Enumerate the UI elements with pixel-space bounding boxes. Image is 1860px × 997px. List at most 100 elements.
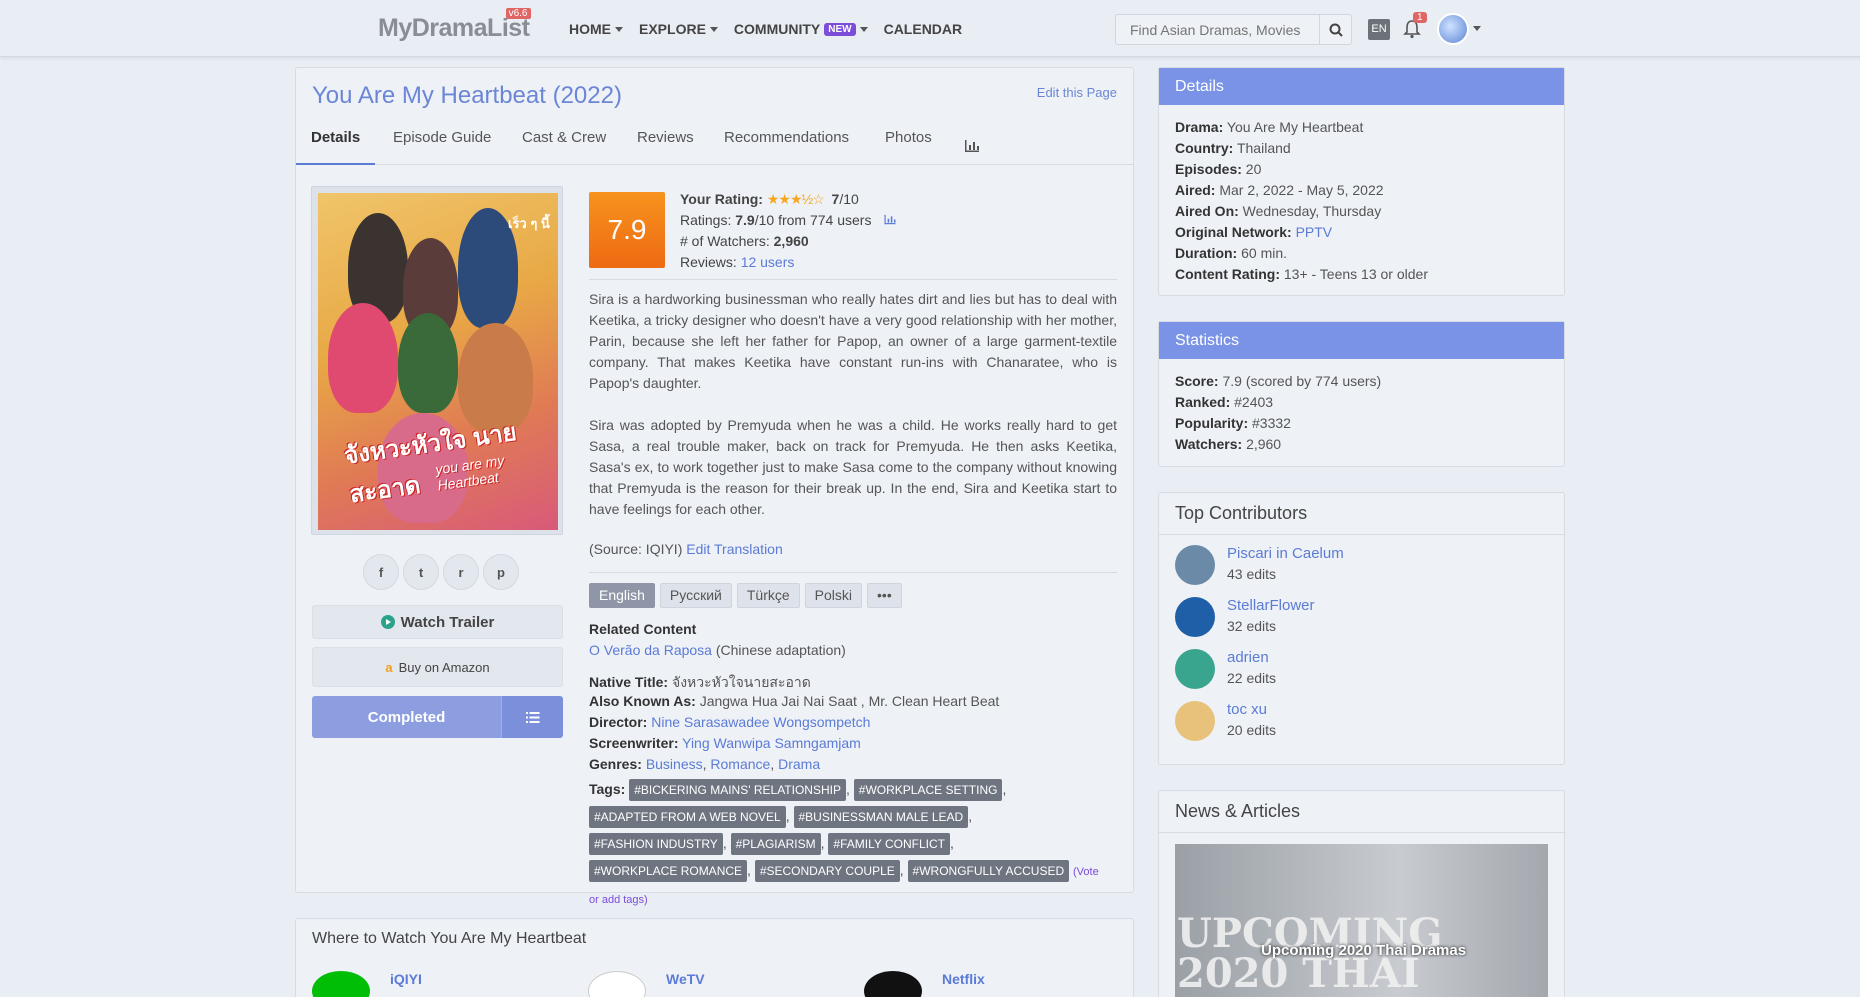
avatar bbox=[1175, 649, 1215, 689]
details-card: Details Drama: You Are My Heartbeat Coun… bbox=[1158, 67, 1565, 296]
drama-poster[interactable]: จังหวะหัวใจ นายสะอาด you are my Heartbea… bbox=[318, 193, 558, 530]
tag[interactable]: #BUSINESSMAN MALE LEAD bbox=[793, 806, 969, 828]
list-icon bbox=[525, 711, 539, 723]
bar-chart-icon[interactable] bbox=[964, 139, 980, 153]
buy-amazon-button[interactable]: a Buy on Amazon bbox=[312, 647, 563, 687]
genre-link[interactable]: Business bbox=[646, 756, 703, 772]
news-caption[interactable]: Upcoming 2020 Thai Dramas bbox=[1261, 942, 1466, 959]
page-title: You Are My Heartbeat (2022) bbox=[312, 82, 622, 109]
tab-cast-crew[interactable]: Cast & Crew bbox=[522, 123, 606, 165]
genre-link[interactable]: Drama bbox=[778, 756, 820, 772]
pinterest-icon[interactable]: p bbox=[483, 554, 519, 590]
avatar bbox=[1175, 701, 1215, 741]
chevron-down-icon bbox=[709, 26, 718, 32]
tag[interactable]: #SECONDARY COUPLE bbox=[754, 860, 900, 882]
watch-trailer-button[interactable]: Watch Trailer bbox=[312, 605, 563, 639]
reddit-icon[interactable]: r bbox=[443, 554, 479, 590]
lang-polish[interactable]: Polski bbox=[804, 583, 863, 608]
search-button[interactable] bbox=[1319, 15, 1351, 44]
avatar bbox=[1175, 597, 1215, 637]
divider bbox=[589, 279, 1117, 280]
tag[interactable]: #BICKERING MAINS' RELATIONSHIP bbox=[629, 779, 846, 801]
main-nav: HOME EXPLORE COMMUNITY NEW CALENDAR bbox=[569, 21, 962, 37]
tag[interactable]: #WORKPLACE ROMANCE bbox=[589, 860, 748, 882]
completed-button[interactable]: Completed bbox=[312, 696, 501, 738]
details-heading: Details bbox=[1159, 68, 1564, 105]
edit-translation-link[interactable]: Edit Translation bbox=[686, 541, 783, 557]
top-contributors-card: Top Contributors Piscari in Caelum 43 ed… bbox=[1158, 492, 1565, 765]
statistics-heading: Statistics bbox=[1159, 322, 1564, 359]
lang-english[interactable]: English bbox=[589, 583, 655, 608]
lang-russian[interactable]: Русский bbox=[659, 583, 732, 608]
reviews-link[interactable]: 12 users bbox=[741, 254, 795, 270]
chevron-down-icon bbox=[615, 26, 623, 32]
twitter-icon[interactable]: t bbox=[403, 554, 439, 590]
related-content: O Verão da Raposa (Chinese adaptation) bbox=[589, 642, 846, 658]
contributors-heading: Top Contributors bbox=[1159, 493, 1564, 535]
top-navbar: MyDramaList v6.6 HOME EXPLORE COMMUNITY NE… bbox=[0, 0, 1860, 57]
native-title: Native Title: จังหวะหัวใจนายสะอาด bbox=[589, 674, 811, 690]
edit-page-link[interactable]: Edit this Page bbox=[1037, 85, 1117, 100]
language-button[interactable]: EN bbox=[1368, 19, 1390, 40]
details-list: Drama: You Are My Heartbeat Country: Tha… bbox=[1175, 119, 1428, 282]
screenwriter-link[interactable]: Ying Wanwipa Samngamjam bbox=[682, 735, 861, 751]
synopsis: Sira is a hardworking businessman who re… bbox=[589, 289, 1117, 541]
rating-stars[interactable]: ★★★½☆ bbox=[767, 189, 825, 210]
nav-community[interactable]: COMMUNITY NEW bbox=[734, 21, 868, 37]
tag[interactable]: #PLAGIARISM bbox=[730, 833, 821, 855]
genre-link[interactable]: Romance bbox=[710, 756, 770, 772]
divider bbox=[589, 572, 1117, 573]
poster-corner-text: เร็ว ๆ นี้ bbox=[508, 216, 550, 231]
also-known-as: Also Known As: Jangwa Hua Jai Nai Saat ,… bbox=[589, 693, 1000, 709]
lang-turkish[interactable]: Türkçe bbox=[736, 583, 800, 608]
nav-calendar[interactable]: CALENDAR bbox=[884, 21, 963, 37]
drama-main-box: You Are My Heartbeat (2022) Edit this Pa… bbox=[295, 67, 1134, 906]
facebook-icon[interactable]: f bbox=[363, 554, 399, 590]
tab-reviews[interactable]: Reviews bbox=[637, 123, 694, 165]
nav-home[interactable]: HOME bbox=[569, 21, 623, 37]
tag[interactable]: #WORKPLACE SETTING bbox=[853, 779, 1003, 801]
search-icon bbox=[1329, 23, 1343, 37]
drama-tabs: Details Episode Guide Cast & Crew Review… bbox=[296, 123, 1133, 165]
tag[interactable]: #WRONGFULLY ACCUSED bbox=[907, 860, 1070, 882]
search-input[interactable] bbox=[1116, 15, 1321, 44]
bar-chart-icon[interactable] bbox=[883, 214, 897, 225]
search-box bbox=[1115, 14, 1352, 45]
nav-explore[interactable]: EXPLORE bbox=[639, 21, 718, 37]
screenwriter: Screenwriter: Ying Wanwipa Samngamjam bbox=[589, 735, 861, 751]
tag[interactable]: #FASHION INDUSTRY bbox=[589, 833, 723, 855]
iqiyi-icon bbox=[312, 971, 370, 997]
genres: Genres: Business, Romance, Drama bbox=[589, 756, 821, 772]
wetv-icon bbox=[588, 971, 646, 997]
poster-frame: จังหวะหัวใจ นายสะอาด you are my Heartbea… bbox=[311, 186, 563, 535]
where-title: Where to Watch You Are My Heartbeat bbox=[312, 930, 587, 947]
statistics-list: Score: 7.9 (scored by 774 users) Ranked:… bbox=[1175, 373, 1382, 452]
tag[interactable]: #ADAPTED FROM A WEB NOVEL bbox=[589, 806, 786, 828]
tags: Tags: #BICKERING MAINS' RELATIONSHIP, #W… bbox=[589, 779, 1099, 906]
list-menu-button[interactable] bbox=[501, 696, 563, 738]
news-article-image[interactable]: UPCOMING 2020 THAI DRAMAS Upcoming 2020 … bbox=[1175, 844, 1548, 997]
network-link[interactable]: PPTV bbox=[1296, 224, 1333, 240]
tag[interactable]: #FAMILY CONFLICT bbox=[828, 833, 950, 855]
tab-photos[interactable]: Photos bbox=[885, 123, 932, 165]
statistics-card: Statistics Score: 7.9 (scored by 774 use… bbox=[1158, 321, 1565, 467]
user-avatar[interactable] bbox=[1437, 13, 1469, 45]
more-languages-button[interactable]: ••• bbox=[867, 583, 902, 608]
chevron-down-icon[interactable] bbox=[1473, 26, 1481, 31]
tab-recommendations[interactable]: Recommendations bbox=[724, 123, 849, 165]
news-heading: News & Articles bbox=[1159, 791, 1564, 833]
director-link[interactable]: Nine Sarasawadee Wongsompetch bbox=[651, 714, 870, 730]
avatar bbox=[1175, 545, 1215, 585]
related-link[interactable]: O Verão da Raposa bbox=[589, 642, 712, 658]
social-share: f t r p bbox=[363, 554, 519, 590]
tab-episode-guide[interactable]: Episode Guide bbox=[393, 123, 491, 165]
synopsis-source: (Source: IQIYI) Edit Translation bbox=[589, 541, 783, 557]
site-logo[interactable]: MyDramaList v6.6 bbox=[378, 8, 531, 43]
language-tabs: English Русский Türkçe Polski ••• bbox=[589, 583, 902, 608]
director: Director: Nine Sarasawadee Wongsompetch bbox=[589, 714, 871, 730]
tab-details[interactable]: Details bbox=[296, 123, 376, 165]
notification-count: 1 bbox=[1413, 12, 1427, 23]
list-status-control: Completed bbox=[312, 696, 563, 738]
related-content-heading: Related Content bbox=[589, 621, 697, 637]
chevron-down-icon bbox=[859, 26, 868, 32]
